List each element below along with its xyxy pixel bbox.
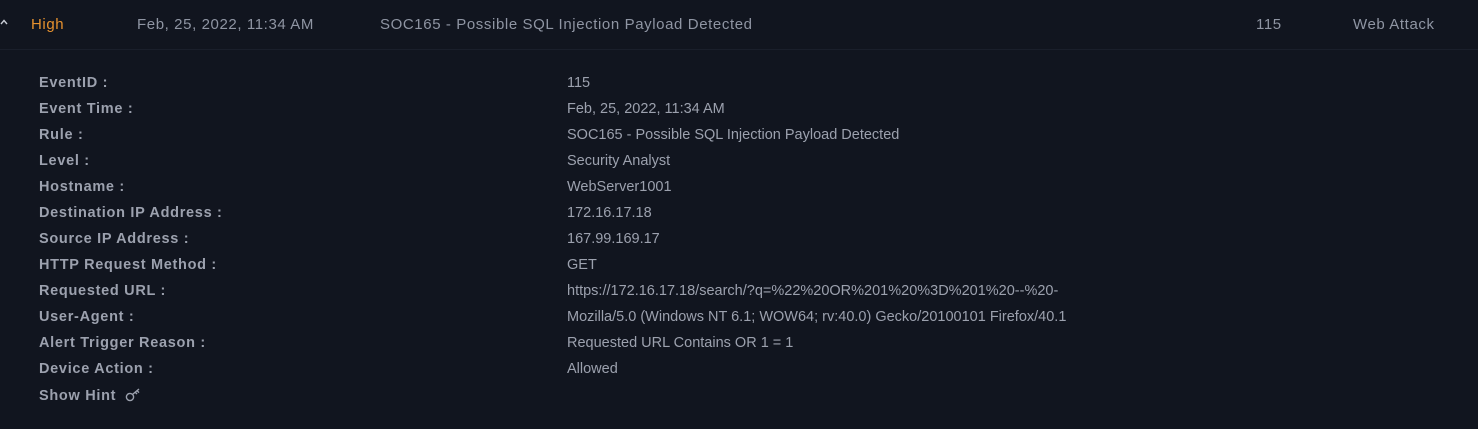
detail-row-rule: Rule : SOC165 - Possible SQL Injection P…: [0, 127, 1478, 153]
detail-value: Security Analyst: [567, 153, 671, 169]
show-hint-button[interactable]: Show Hint: [39, 388, 143, 406]
chevron-up-icon[interactable]: [0, 16, 10, 28]
detail-row-event-id: EventID : 115: [0, 75, 1478, 101]
alert-rule: SOC165 - Possible SQL Injection Payload …: [380, 16, 753, 33]
detail-label: Alert Trigger Reason :: [39, 335, 206, 351]
detail-value: SOC165 - Possible SQL Injection Payload …: [567, 127, 900, 143]
detail-row-device-action: Device Action : Allowed: [0, 361, 1478, 387]
alert-type: Web Attack: [1353, 16, 1435, 33]
alert-event-id: 115: [1256, 16, 1282, 33]
detail-value: Allowed: [567, 361, 618, 377]
detail-row-event-time: Event Time : Feb, 25, 2022, 11:34 AM: [0, 101, 1478, 127]
detail-row-http-method: HTTP Request Method : GET: [0, 257, 1478, 283]
detail-value: 115: [567, 75, 591, 91]
detail-row-user-agent: User-Agent : Mozilla/5.0 (Windows NT 6.1…: [0, 309, 1478, 335]
detail-row-requested-url: Requested URL : https://172.16.17.18/sea…: [0, 283, 1478, 309]
show-hint-label: Show Hint: [39, 388, 117, 404]
detail-value: Feb, 25, 2022, 11:34 AM: [567, 101, 725, 117]
detail-label: HTTP Request Method :: [39, 257, 217, 273]
detail-label: Hostname :: [39, 179, 125, 195]
detail-row-trigger-reason: Alert Trigger Reason : Requested URL Con…: [0, 335, 1478, 361]
detail-label: EventID :: [39, 75, 109, 91]
detail-label: Source IP Address :: [39, 231, 190, 247]
detail-label: Requested URL :: [39, 283, 167, 299]
alert-level: High: [31, 16, 65, 33]
detail-label: Device Action :: [39, 361, 154, 377]
detail-label: Event Time :: [39, 101, 134, 117]
detail-value: Requested URL Contains OR 1 = 1: [567, 335, 794, 351]
detail-row-destination-ip: Destination IP Address : 172.16.17.18: [0, 205, 1478, 231]
detail-label: Level :: [39, 153, 90, 169]
detail-value: https://172.16.17.18/search/?q=%22%20OR%…: [567, 283, 1059, 299]
detail-label: Destination IP Address :: [39, 205, 223, 221]
detail-row-hostname: Hostname : WebServer1001: [0, 179, 1478, 205]
detail-value: 167.99.169.17: [567, 231, 660, 247]
detail-label: Rule :: [39, 127, 84, 143]
detail-value: Mozilla/5.0 (Windows NT 6.1; WOW64; rv:4…: [567, 309, 1067, 325]
detail-value: WebServer1001: [567, 179, 672, 195]
detail-row-source-ip: Source IP Address : 167.99.169.17: [0, 231, 1478, 257]
detail-value: GET: [567, 257, 597, 273]
alert-date: Feb, 25, 2022, 11:34 AM: [137, 16, 314, 33]
detail-label: User-Agent :: [39, 309, 135, 325]
detail-row-level: Level : Security Analyst: [0, 153, 1478, 179]
alert-row[interactable]: High Feb, 25, 2022, 11:34 AM SOC165 - Po…: [0, 0, 1478, 50]
key-icon: [125, 388, 143, 406]
detail-value: 172.16.17.18: [567, 205, 652, 221]
